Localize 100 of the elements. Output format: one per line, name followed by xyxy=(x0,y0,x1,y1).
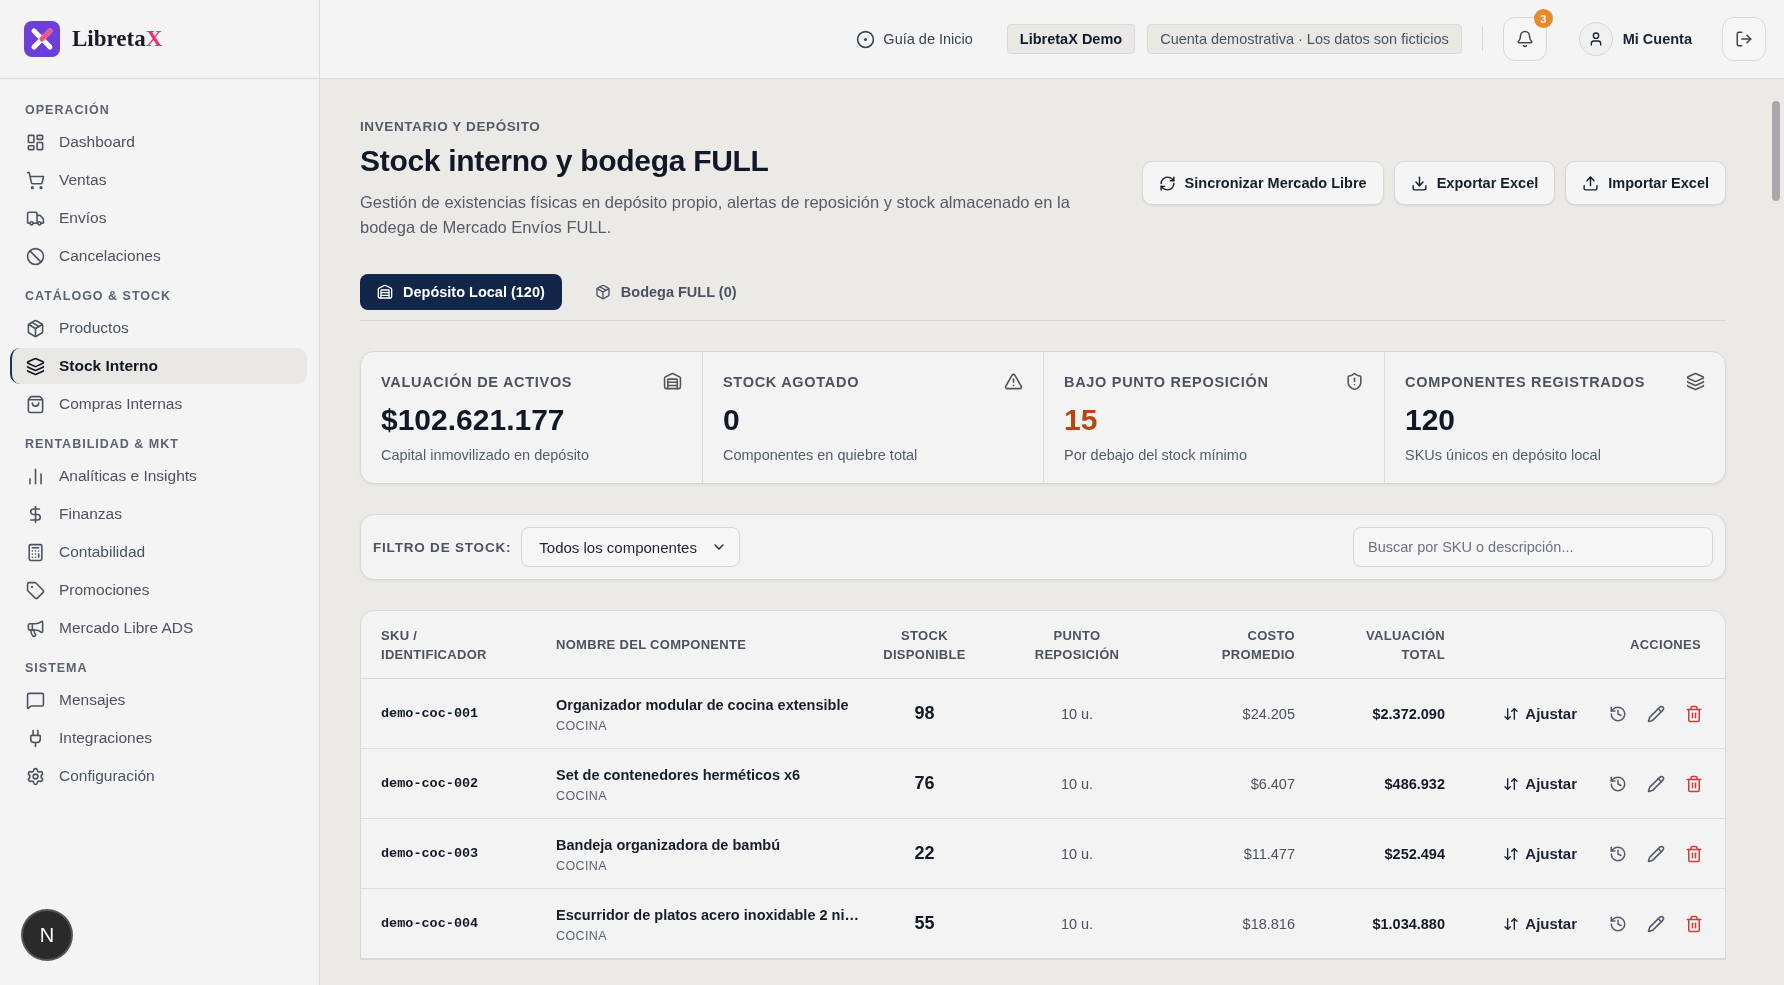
brand-name: LibretaX xyxy=(72,26,163,52)
warehouse-icon xyxy=(663,372,682,391)
dev-tools-button[interactable]: N xyxy=(23,911,71,959)
tag-icon xyxy=(26,580,45,600)
bar-chart-icon xyxy=(26,466,45,486)
section-title: OPERACIÓN xyxy=(24,101,111,119)
valuation-cell-text: $486.932 xyxy=(1383,775,1445,792)
sidebar-label: Promociones xyxy=(59,581,150,599)
sidebar-label: Configuración xyxy=(59,767,155,785)
product-name: Organizador modular de cocina extensible xyxy=(556,695,849,715)
column-header: COSTO PROMEDIO xyxy=(1220,626,1295,664)
sidebar-label: Stock Interno xyxy=(59,357,159,375)
sidebar-item[interactable]: Promociones xyxy=(10,572,307,608)
sidebar-item[interactable]: Mensajes xyxy=(10,682,307,718)
stat-title: VALUACIÓN DE ACTIVOS xyxy=(381,373,573,390)
page-title: Stock interno y bodega FULL xyxy=(360,144,770,178)
adjust-button[interactable]: Ajustar xyxy=(1497,844,1583,863)
bag-icon xyxy=(26,394,45,414)
logout-icon xyxy=(1735,30,1753,48)
sku-cell-text: demo-coc-004 xyxy=(381,916,480,931)
action-button[interactable]: Sincronizar Mercado Libre xyxy=(1141,161,1384,205)
product-category: COCINA xyxy=(556,928,608,943)
adjust-button[interactable]: Ajustar xyxy=(1497,914,1583,933)
sidebar-item[interactable]: Compras Internas xyxy=(10,386,307,422)
product-name: Set de contenedores herméticos x6 xyxy=(556,765,801,785)
sidebar-item[interactable]: Stock Interno xyxy=(10,348,307,384)
sidebar-item[interactable]: Contabilidad xyxy=(10,534,307,570)
product-name: Escurridor de platos acero inoxidable 2 ni… xyxy=(556,905,859,925)
tab[interactable]: Depósito Local (120) xyxy=(360,274,562,310)
column-header: NOMBRE DEL COMPONENTE xyxy=(556,636,747,654)
sidebar-item[interactable]: Finanzas xyxy=(10,496,307,532)
product-category: COCINA xyxy=(556,858,608,873)
sku-cell-text: demo-coc-003 xyxy=(381,846,480,861)
stock-cell-text: 98 xyxy=(913,703,936,724)
sidebar-item[interactable]: Productos xyxy=(10,310,307,346)
column-header: PUNTO REPOSICIÓN xyxy=(1033,626,1121,664)
adjust-button[interactable]: Ajustar xyxy=(1497,704,1583,723)
sidebar-item[interactable]: Cancelaciones xyxy=(10,238,307,274)
sidebar-item[interactable]: Dashboard xyxy=(10,124,307,160)
action-button[interactable]: Importar Excel xyxy=(1565,161,1726,205)
sidebar-item[interactable]: Mercado Libre ADS xyxy=(10,610,307,646)
column-header: ACCIONES xyxy=(1629,636,1702,654)
swap-icon xyxy=(1503,705,1520,722)
sidebar-label: Productos xyxy=(59,319,129,337)
page-kicker: INVENTARIO Y DEPÓSITO xyxy=(360,119,542,134)
logout-button[interactable] xyxy=(1722,17,1766,61)
column-header: SKU / IDENTIFICADOR xyxy=(381,626,488,664)
sidebar-item[interactable]: Integraciones xyxy=(10,720,307,756)
search-field[interactable]: Buscar por SKU o descripción... xyxy=(1353,527,1713,567)
sku-cell-text: demo-coc-002 xyxy=(381,776,480,791)
reorder-cell-text: 10 u. xyxy=(1059,775,1095,792)
column-header: STOCK DISPONIBLE xyxy=(882,626,967,664)
stat-title: BAJO PUNTO REPOSICIÓN xyxy=(1064,373,1269,390)
product-category: COCINA xyxy=(556,788,608,803)
sidebar-item[interactable]: Envíos xyxy=(10,200,307,236)
sku-cell-text: demo-coc-001 xyxy=(381,706,480,721)
stock-cell-text: 55 xyxy=(913,913,936,934)
download-icon xyxy=(1410,174,1428,192)
swap-icon xyxy=(1503,775,1520,792)
swap-icon xyxy=(1503,845,1520,862)
sidebar-label: Analíticas e Insights xyxy=(59,467,197,485)
trash-icon xyxy=(1685,914,1703,933)
stat-caption: SKUs únicos en depósito local xyxy=(1405,447,1602,463)
trash-icon xyxy=(1685,774,1703,793)
section-title: SISTEMA xyxy=(24,660,89,677)
notifications-button[interactable] xyxy=(1502,17,1547,61)
sidebar-label: Finanzas xyxy=(59,505,122,523)
sidebar-label: Compras Internas xyxy=(59,395,183,413)
ban-icon xyxy=(26,246,45,266)
sidebar-item[interactable]: Analíticas e Insights xyxy=(10,458,307,494)
sidebar-label: Integraciones xyxy=(59,729,153,747)
sidebar-label: Contabilidad xyxy=(59,543,146,561)
sidebar-label: Envíos xyxy=(59,209,107,227)
adjust-button[interactable]: Ajustar xyxy=(1497,774,1583,793)
stock-cell-text: 22 xyxy=(913,843,936,864)
tab[interactable]: Bodega FULL (0) xyxy=(577,274,754,310)
product-category: COCINA xyxy=(556,718,608,733)
account-button[interactable]: Mi Cuenta xyxy=(1572,21,1698,57)
section-title: CATÁLOGO & STOCK xyxy=(24,287,173,305)
chat-icon xyxy=(26,690,45,710)
sidebar-item[interactable]: Configuración xyxy=(10,758,307,794)
layers-icon xyxy=(26,356,45,376)
stat-value: 120 xyxy=(1405,403,1457,437)
history-icon xyxy=(1609,774,1627,793)
stock-filter-select[interactable]: Todos los componentes xyxy=(521,527,740,567)
cost-cell-text: $11.477 xyxy=(1242,845,1295,862)
valuation-cell-text: $2.372.090 xyxy=(1371,705,1445,722)
column-header: VALUACIÓN TOTAL xyxy=(1365,626,1445,664)
logo-icon xyxy=(24,21,60,57)
sidebar-label: Dashboard xyxy=(59,133,135,151)
sidebar-label: Mercado Libre ADS xyxy=(59,619,194,637)
section-title: RENTABILIDAD & MKT xyxy=(24,436,180,453)
page-description: Gestión de existencias físicas en depósito propio, alertas de reposición y stock almacenado en la bodega de Mercado Envíos FULL. xyxy=(360,192,1071,238)
action-button[interactable]: Exportar Excel xyxy=(1393,161,1556,205)
truck-icon xyxy=(26,208,45,228)
sidebar-item[interactable]: Ventas xyxy=(10,162,307,198)
guide-link[interactable]: Guía de Inicio xyxy=(856,29,973,49)
target-icon xyxy=(856,29,876,49)
trash-icon xyxy=(1685,704,1703,723)
warning-icon xyxy=(1004,372,1023,391)
